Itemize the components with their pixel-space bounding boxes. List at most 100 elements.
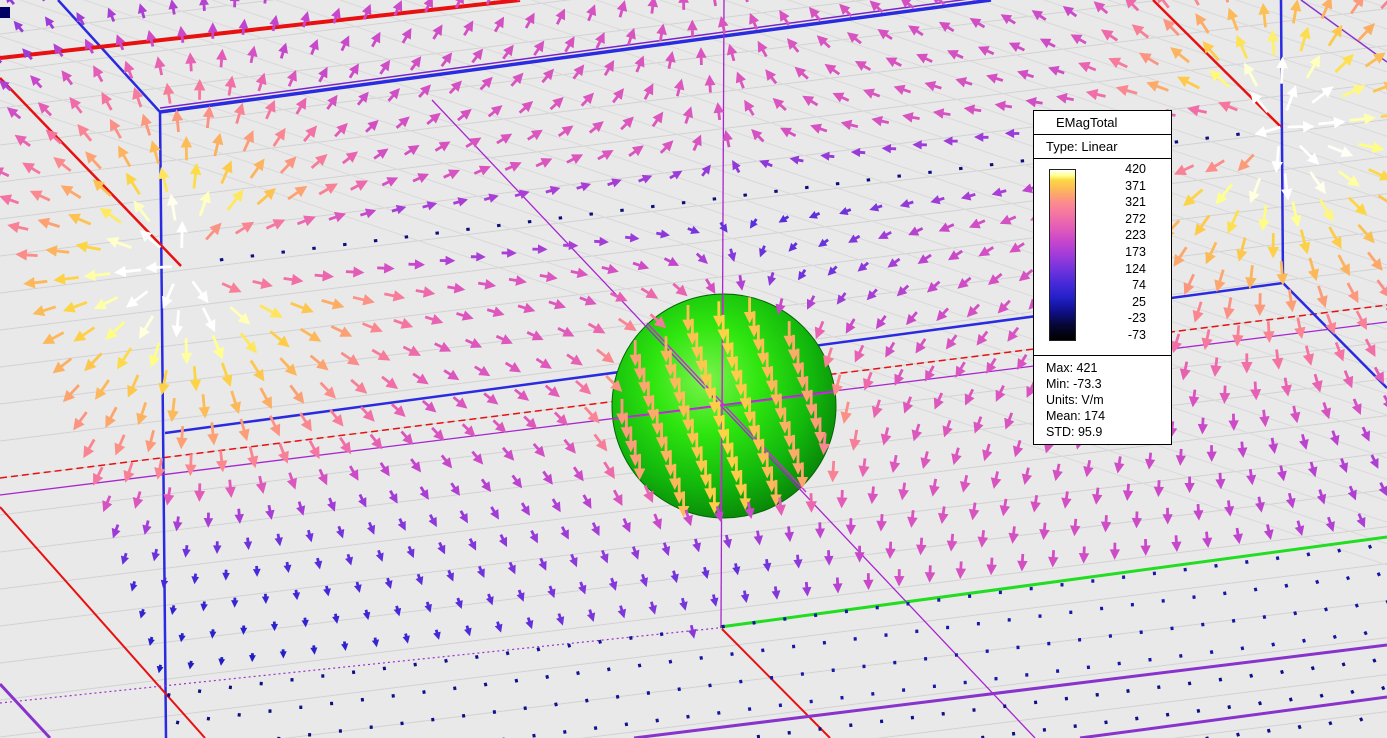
field-arrow xyxy=(291,303,311,312)
field-arrow xyxy=(659,27,665,42)
field-arrow xyxy=(1252,382,1259,398)
field-arrow xyxy=(40,220,59,227)
field-arrow xyxy=(116,435,124,453)
field-arrow xyxy=(534,444,543,455)
field-arrow xyxy=(351,182,366,190)
field-arrow xyxy=(1200,418,1206,432)
field-arrow xyxy=(467,626,470,634)
field-arrow xyxy=(203,602,206,609)
field-arrow xyxy=(978,332,987,344)
field-arrow xyxy=(677,82,683,96)
field-arrow xyxy=(403,31,410,43)
field-arrow xyxy=(1208,161,1224,171)
field-arrow xyxy=(117,268,141,275)
field-arrow xyxy=(1328,517,1333,529)
field-arrow xyxy=(738,275,743,287)
field-arrow xyxy=(625,236,636,241)
field-arrow xyxy=(187,454,194,473)
field-arrow xyxy=(1264,615,1265,618)
field-arrow xyxy=(927,83,941,89)
legend-tick: 321 xyxy=(1078,194,1146,211)
field-arrow xyxy=(1003,16,1015,23)
field-arrow xyxy=(655,514,661,527)
field-arrow xyxy=(911,27,923,35)
field-arrow xyxy=(594,239,606,244)
field-arrow xyxy=(1085,460,1091,474)
field-arrow xyxy=(546,386,558,396)
field-arrow xyxy=(326,586,329,593)
field-arrow xyxy=(1368,252,1381,268)
field-arrow xyxy=(887,542,893,556)
field-arrow xyxy=(1247,560,1248,563)
legend-stat: Min: -73.3 xyxy=(1046,377,1171,393)
field-arrow xyxy=(457,313,471,319)
field-arrow xyxy=(1277,557,1278,560)
field-arrow xyxy=(138,403,146,423)
field-arrow xyxy=(250,447,257,465)
field-arrow xyxy=(1359,514,1364,525)
field-arrow xyxy=(553,499,559,510)
field-arrow xyxy=(620,606,624,616)
field-arrow xyxy=(434,27,441,39)
field-arrow xyxy=(948,335,957,347)
field-arrow xyxy=(400,519,405,528)
field-arrow xyxy=(190,661,192,667)
field-arrow xyxy=(602,266,616,272)
field-arrow xyxy=(1225,297,1232,316)
field-arrow xyxy=(1333,431,1338,443)
field-arrow xyxy=(565,39,573,52)
field-arrow xyxy=(289,73,295,87)
field-arrow xyxy=(330,498,335,509)
field-arrow xyxy=(156,458,163,476)
field-arrow xyxy=(781,217,788,221)
field-arrow xyxy=(1336,342,1343,358)
field-arrow xyxy=(883,428,889,443)
legend[interactable]: EMagTotal Type: Linear 42037132127222317… xyxy=(1033,110,1172,445)
field-arrow xyxy=(577,184,588,189)
field-arrow xyxy=(481,79,491,89)
field-arrow xyxy=(1159,686,1160,689)
field-arrow xyxy=(1196,504,1202,517)
field-arrow xyxy=(1015,440,1021,454)
field-arrow xyxy=(653,114,662,126)
field-arrow xyxy=(440,258,452,263)
field-arrow xyxy=(371,435,381,447)
field-arrow xyxy=(411,459,419,470)
field-arrow xyxy=(447,285,462,291)
field-arrow xyxy=(826,550,831,562)
field-arrow xyxy=(192,166,199,188)
field-arrow xyxy=(178,426,185,446)
field-arrow xyxy=(536,160,549,166)
field-arrow xyxy=(472,51,481,62)
field-arrow xyxy=(1041,523,1047,537)
field-arrow xyxy=(200,194,209,216)
field-arrow xyxy=(690,625,694,635)
field-arrow xyxy=(559,127,571,136)
field-arrow xyxy=(1125,484,1131,498)
3d-viewport[interactable]: EMagTotal Type: Linear 42037132127222317… xyxy=(0,0,1387,738)
field-plot-canvas[interactable] xyxy=(0,0,1387,738)
field-arrow xyxy=(1156,480,1162,494)
field-arrow xyxy=(104,496,110,509)
field-arrow xyxy=(827,66,839,74)
field-arrow xyxy=(427,602,430,610)
field-arrow xyxy=(619,3,625,17)
field-arrow xyxy=(71,215,91,224)
field-arrow xyxy=(425,317,440,323)
field-arrow xyxy=(1073,36,1086,43)
field-arrow xyxy=(251,653,253,659)
field-arrow xyxy=(169,197,176,221)
field-arrow xyxy=(495,19,502,31)
field-arrow xyxy=(532,531,537,541)
field-arrow xyxy=(251,361,263,379)
field-arrow xyxy=(524,417,535,428)
field-arrow xyxy=(147,430,154,449)
field-arrow xyxy=(997,386,1004,399)
field-arrow xyxy=(1302,434,1307,447)
field-arrow xyxy=(1096,3,1107,13)
field-arrow xyxy=(236,224,252,234)
field-arrow xyxy=(1181,654,1182,657)
field-arrow xyxy=(534,43,542,55)
field-arrow xyxy=(1177,166,1194,174)
field-arrow xyxy=(1265,321,1272,340)
